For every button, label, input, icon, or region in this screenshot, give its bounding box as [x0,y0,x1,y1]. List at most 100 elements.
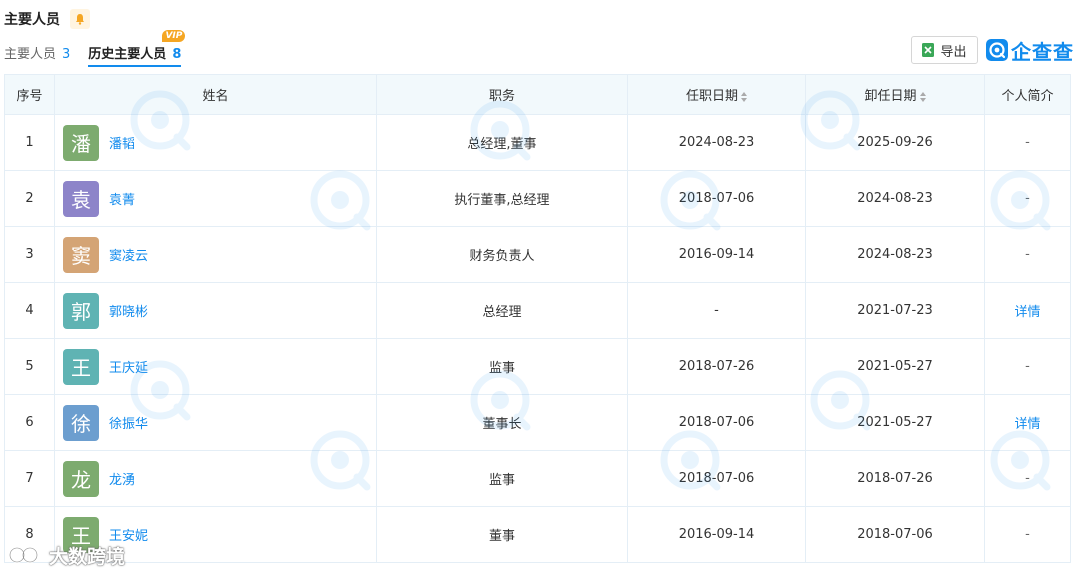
row-end-date: 2021-05-27 [805,394,985,451]
sort-icon[interactable] [741,91,747,102]
avatar[interactable]: 窦 [63,236,99,273]
bio-detail-link[interactable]: 详情 [1014,417,1040,432]
tab-count: 3 [62,47,71,62]
row-name-cell: 龙龙湧 [54,450,377,507]
row-index: 3 [4,226,55,283]
bio-empty: - [1025,135,1030,150]
header-end-date[interactable]: 卸任日期 [805,74,985,115]
table-header-row: 序号 姓名 职务 任职日期 卸任日期 个人简介 [4,74,1071,115]
row-name-cell: 徐徐振华 [54,394,377,451]
tab-bar: 主要人员 3 历史主要人员 8 VIP [4,30,199,68]
table-row: 3 窦窦凌云 财务负责人 2016-09-14 2024-08-23- [4,226,1071,283]
person-name-link[interactable]: 王庆延 [109,357,148,376]
tab-current-personnel[interactable]: 主要人员 3 [4,36,70,67]
personnel-table: 序号 姓名 职务 任职日期 卸任日期 个人简介 1 潘潘韬 总经理,董事 2024-0… [4,74,1071,563]
table-row: 2 袁袁菁 执行董事,总经理 2018-07-06 2024-08-23- [4,170,1071,227]
avatar[interactable]: 郭 [63,292,99,329]
table-row: 8 王王安妮 董事 2016-09-14 2018-07-06- [4,506,1071,563]
bio-empty: - [1025,527,1030,542]
row-position: 财务负责人 [376,226,628,283]
avatar[interactable]: 潘 [63,124,99,161]
footer-watermark-text: 大数跨境 [49,545,126,568]
bio-empty: - [1025,247,1030,262]
row-index: 7 [4,450,55,507]
row-index: 6 [4,394,55,451]
avatar[interactable]: 袁 [63,180,99,217]
bio-empty: - [1025,471,1030,486]
table-row: 7 龙龙湧 监事 2018-07-06 2018-07-26- [4,450,1071,507]
brand-logo: 企查查 [986,36,1074,64]
tab-history-personnel[interactable]: 历史主要人员 8 VIP [88,30,186,67]
qcc-logo-icon [986,39,1008,61]
row-name-cell: 窦窦凌云 [54,226,377,283]
row-bio: - [984,170,1071,227]
row-bio: 详情 [984,282,1071,339]
row-bio: - [984,114,1071,171]
row-start-date: 2018-07-06 [627,450,806,507]
header-start-date[interactable]: 任职日期 [627,74,806,115]
tab-count: 8 [172,47,182,62]
row-end-date: 2025-09-26 [805,114,985,171]
row-end-date: 2018-07-06 [805,506,985,563]
export-label: 导出 [940,44,967,60]
bell-icon[interactable] [70,9,90,29]
header-start-date-label: 任职日期 [685,89,738,104]
row-start-date: 2024-08-23 [627,114,806,171]
row-end-date: 2024-08-23 [805,226,985,283]
header-position: 职务 [376,74,628,115]
row-end-date: 2021-05-27 [805,338,985,395]
row-name-cell: 郭郭晓彬 [54,282,377,339]
row-index: 1 [4,114,55,171]
row-end-date: 2021-07-23 [805,282,985,339]
row-name-cell: 袁袁菁 [54,170,377,227]
table-row: 4 郭郭晓彬 总经理 -2021-07-23 详情 [4,282,1071,339]
person-name-link[interactable]: 袁菁 [109,189,135,208]
row-index: 2 [4,170,55,227]
person-name-link[interactable]: 徐振华 [109,413,148,432]
section-header: 主要人员 [4,8,90,30]
row-position: 董事长 [376,394,628,451]
row-name-cell: 王王庆延 [54,338,377,395]
person-name-link[interactable]: 潘韬 [109,133,135,152]
header-name: 姓名 [54,74,377,115]
excel-icon [922,43,935,57]
avatar[interactable]: 龙 [63,460,99,497]
avatar[interactable]: 王 [63,348,99,385]
row-end-date: 2018-07-26 [805,450,985,507]
row-position: 监事 [376,338,628,395]
row-end-date: 2024-08-23 [805,170,985,227]
row-bio: - [984,450,1071,507]
avatar[interactable]: 徐 [63,404,99,441]
table-row: 5 王王庆延 监事 2018-07-26 2021-05-27- [4,338,1071,395]
person-name-link[interactable]: 窦凌云 [109,245,148,264]
sort-icon[interactable] [919,91,926,102]
row-position: 总经理 [376,282,628,339]
vip-badge: VIP [162,30,186,42]
row-position: 监事 [376,450,628,507]
row-start-date: 2018-07-06 [627,394,806,451]
row-position: 总经理,董事 [376,114,628,171]
row-index: 5 [4,338,55,395]
header-index: 序号 [4,74,55,115]
row-name-cell: 潘潘韬 [54,114,377,171]
row-start-date: 2016-09-14 [627,226,806,283]
wechat-channel-icon [9,547,38,563]
table-row: 6 徐徐振华 董事长 2018-07-06 2021-05-27 详情 [4,394,1071,451]
row-start-date: 2018-07-26 [627,338,806,395]
brand-name: 企查查 [1011,39,1074,64]
row-bio: - [984,506,1071,563]
export-button[interactable]: 导出 [911,36,978,64]
row-index: 4 [4,282,55,339]
row-start-date: 2016-09-14 [627,506,806,563]
bio-empty: - [1025,359,1030,374]
person-name-link[interactable]: 龙湧 [109,469,135,488]
row-bio: - [984,338,1071,395]
person-name-link[interactable]: 郭晓彬 [109,301,148,320]
row-start-date: 2018-07-06 [627,170,806,227]
row-bio: - [984,226,1071,283]
row-bio: 详情 [984,394,1071,451]
bio-detail-link[interactable]: 详情 [1014,305,1040,320]
section-title: 主要人员 [4,12,60,28]
tab-label: 历史主要人员 [88,47,167,62]
bio-empty: - [1025,191,1030,206]
